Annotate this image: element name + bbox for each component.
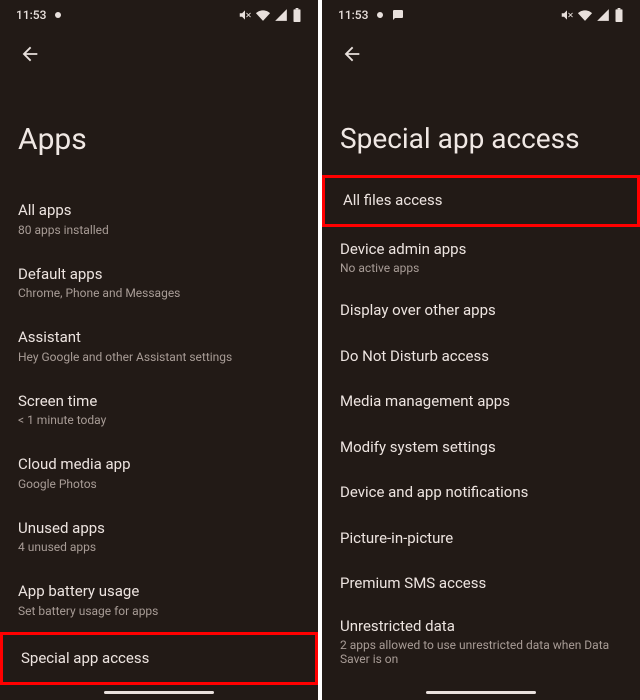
item-all-files-access[interactable]: All files access bbox=[322, 175, 640, 227]
item-sublabel: Google Photos bbox=[18, 477, 300, 491]
item-label: Cloud media app bbox=[18, 455, 300, 475]
arrow-left-icon bbox=[341, 43, 363, 65]
notification-dot-icon bbox=[52, 9, 64, 21]
item-device-admin-apps[interactable]: Device admin apps No active apps bbox=[322, 227, 640, 289]
item-label: Special app access bbox=[21, 649, 297, 669]
item-label: Default apps bbox=[18, 265, 300, 285]
back-button[interactable] bbox=[334, 36, 370, 72]
item-label: Display over other apps bbox=[340, 301, 622, 321]
signal-icon bbox=[596, 8, 610, 22]
item-sublabel: No active apps bbox=[340, 261, 622, 275]
item-sublabel: 2 apps allowed to use unrestricted data … bbox=[340, 638, 622, 666]
item-special-app-access[interactable]: Special app access bbox=[0, 632, 318, 686]
item-picture-in-picture[interactable]: Picture-in-picture bbox=[322, 516, 640, 562]
item-screen-time[interactable]: Screen time < 1 minute today bbox=[0, 378, 318, 442]
nav-indicator bbox=[104, 691, 214, 694]
item-label: Do Not Disturb access bbox=[340, 347, 622, 367]
item-label: Device admin apps bbox=[340, 240, 622, 260]
status-time: 11:53 bbox=[338, 8, 368, 22]
wifi-icon bbox=[578, 8, 592, 22]
back-button[interactable] bbox=[12, 36, 48, 72]
status-bar: 11:53 bbox=[322, 0, 640, 26]
item-cloud-media-app[interactable]: Cloud media app Google Photos bbox=[0, 441, 318, 505]
item-label: Picture-in-picture bbox=[340, 529, 622, 549]
message-icon bbox=[392, 9, 404, 21]
page-title: Apps bbox=[0, 72, 318, 187]
mute-icon bbox=[560, 8, 574, 22]
item-label: Unrestricted data bbox=[340, 617, 622, 637]
item-display-over-other-apps[interactable]: Display over other apps bbox=[322, 288, 640, 334]
item-unrestricted-data[interactable]: Unrestricted data 2 apps allowed to use … bbox=[322, 607, 640, 677]
wifi-icon bbox=[256, 8, 270, 22]
page-title: Special app access bbox=[322, 72, 640, 175]
item-label: All apps bbox=[18, 201, 300, 221]
item-label: Device and app notifications bbox=[340, 483, 622, 503]
item-assistant[interactable]: Assistant Hey Google and other Assistant… bbox=[0, 314, 318, 378]
phone-right: 11:53 bbox=[322, 0, 640, 700]
status-time: 11:53 bbox=[16, 8, 46, 22]
item-label: Premium SMS access bbox=[340, 574, 622, 594]
item-default-apps[interactable]: Default apps Chrome, Phone and Messages bbox=[0, 251, 318, 315]
signal-icon bbox=[274, 8, 288, 22]
battery-icon bbox=[292, 8, 302, 22]
item-sublabel: Hey Google and other Assistant settings bbox=[18, 350, 300, 364]
item-sublabel: Set battery usage for apps bbox=[18, 604, 300, 618]
item-label: All files access bbox=[343, 191, 619, 211]
item-sublabel: < 1 minute today bbox=[18, 413, 300, 427]
nav-indicator bbox=[426, 691, 536, 694]
arrow-left-icon bbox=[19, 43, 41, 65]
item-label: Assistant bbox=[18, 328, 300, 348]
item-sublabel: 80 apps installed bbox=[18, 223, 300, 237]
item-device-and-app-notifications[interactable]: Device and app notifications bbox=[322, 470, 640, 516]
item-label: App battery usage bbox=[18, 582, 300, 602]
item-media-management-apps[interactable]: Media management apps bbox=[322, 379, 640, 425]
notification-dot-icon bbox=[374, 9, 386, 21]
item-premium-sms-access[interactable]: Premium SMS access bbox=[322, 561, 640, 607]
phone-left: 11:53 Apps All app bbox=[0, 0, 318, 700]
item-label: Modify system settings bbox=[340, 438, 622, 458]
item-unused-apps[interactable]: Unused apps 4 unused apps bbox=[0, 505, 318, 569]
item-do-not-disturb-access[interactable]: Do Not Disturb access bbox=[322, 334, 640, 380]
item-modify-system-settings[interactable]: Modify system settings bbox=[322, 425, 640, 471]
status-bar: 11:53 bbox=[0, 0, 318, 26]
item-sublabel: Chrome, Phone and Messages bbox=[18, 286, 300, 300]
battery-icon bbox=[614, 8, 624, 22]
mute-icon bbox=[238, 8, 252, 22]
item-label: Media management apps bbox=[340, 392, 622, 412]
item-label: Screen time bbox=[18, 392, 300, 412]
item-app-battery-usage[interactable]: App battery usage Set battery usage for … bbox=[0, 568, 318, 632]
item-label: Unused apps bbox=[18, 519, 300, 539]
item-all-apps[interactable]: All apps 80 apps installed bbox=[0, 187, 318, 251]
item-sublabel: 4 unused apps bbox=[18, 540, 300, 554]
